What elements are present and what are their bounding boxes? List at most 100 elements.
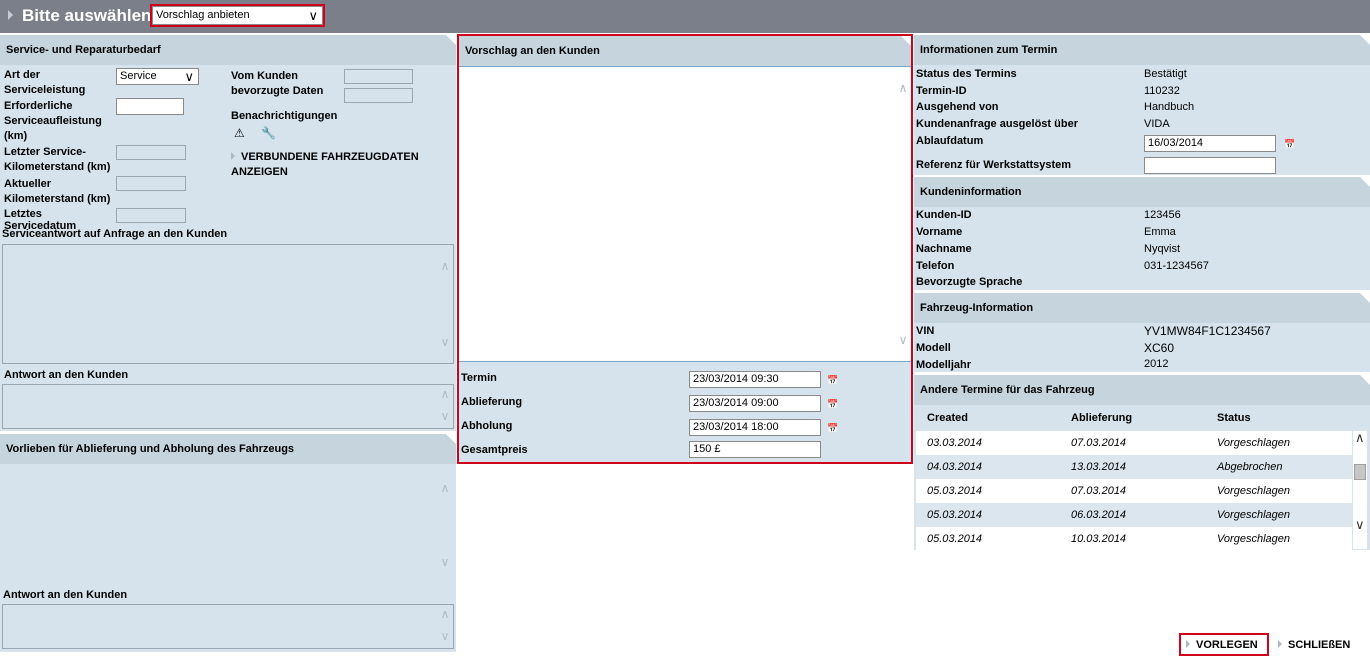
arrow-right-icon — [231, 152, 235, 160]
letztes-datum-field — [116, 208, 186, 223]
gesamtpreis-label: Gesamtpreis — [461, 444, 528, 456]
info-value: Handbuch — [1144, 101, 1195, 113]
vorschlag-panel: Vorschlag an den Kunden ∧ ∨ — [457, 34, 913, 464]
info-label: Status des Termins — [916, 68, 1017, 80]
table-row[interactable]: 05.03.2014 10.03.2014 Vorgeschlagen — [916, 527, 1352, 551]
schliessen-button[interactable]: SCHLIEßEN — [1278, 639, 1350, 651]
serviceantwort-label: Serviceantwort auf Anfrage an den Kunden — [2, 228, 228, 240]
action-select-value: Vorschlag anbieten — [156, 9, 250, 21]
calendar-icon[interactable]: 📅 — [1284, 139, 1295, 150]
termin-label: Termin — [461, 372, 497, 384]
antwort-textarea[interactable]: ∧ ∨ — [2, 384, 454, 429]
info-label: Kundenanfrage ausgelöst über — [916, 118, 1078, 130]
referenz-input[interactable] — [1144, 157, 1276, 174]
abholung-label: Abholung — [461, 420, 513, 432]
cell-ablieferung: 06.03.2014 — [1071, 509, 1127, 521]
vorlieben-textarea[interactable]: ∧ ∨ — [2, 466, 454, 581]
cell-created: 05.03.2014 — [927, 485, 983, 497]
art-label: Art der Serviceleistung — [4, 69, 86, 96]
andere-title: Andere Termine für das Fahrzeug — [914, 375, 1370, 405]
scroll-up-icon[interactable]: ∧ — [439, 607, 451, 621]
ablieferung-label: Ablieferung — [461, 396, 523, 408]
kunde-label: Bevorzugte Sprache — [916, 276, 1023, 288]
chevron-down-icon: ∨ — [184, 69, 194, 84]
fahrzeug-label: Modelljahr — [916, 359, 972, 371]
benachrichtigungen-label: Benachrichtigungen — [231, 110, 338, 122]
erforderlich-input[interactable] — [116, 98, 184, 115]
warning-icon[interactable]: ⚠ — [234, 126, 245, 140]
gesamtpreis-input[interactable]: 150 £ — [689, 441, 821, 458]
top-bar: Bitte auswählen Vorschlag anbieten ∨ — [0, 0, 1370, 33]
cell-status: Abgebrochen — [1217, 461, 1283, 473]
info-value: 110232 — [1144, 85, 1180, 97]
kunde-value: Nyqvist — [1144, 243, 1181, 255]
table-row[interactable]: 04.03.2014 13.03.2014 Abgebrochen — [916, 455, 1352, 479]
fahrzeug-value: XC60 — [1144, 341, 1175, 355]
cell-status: Vorgeschlagen — [1217, 485, 1290, 497]
cell-created: 03.03.2014 — [927, 437, 983, 449]
verbundene-link[interactable]: VERBUNDENE FAHRZEUGDATEN ANZEIGEN — [231, 150, 441, 180]
scroll-up-icon[interactable]: ∧ — [1355, 430, 1365, 446]
serviceantwort-textarea[interactable]: ∧ ∨ — [2, 244, 454, 364]
kunde-label: Telefon — [916, 260, 955, 272]
termin-input[interactable]: 23/03/2014 09:30 — [689, 371, 821, 388]
scroll-down-icon[interactable]: ∨ — [439, 335, 451, 349]
column-header-ablieferung[interactable]: Ablieferung — [1071, 412, 1132, 424]
aktueller-km-label: Aktueller Kilometerstand (km) — [4, 178, 111, 205]
kunde-value: Emma — [1144, 226, 1176, 238]
action-select[interactable]: Vorschlag anbieten ∨ — [150, 4, 325, 27]
column-header-status[interactable]: Status — [1217, 412, 1251, 424]
abholung-input[interactable]: 23/03/2014 18:00 — [689, 419, 821, 436]
kunde-label: Kunden-ID — [916, 209, 972, 221]
scroll-down-icon[interactable]: ∨ — [439, 409, 451, 423]
scroll-down-icon[interactable]: ∨ — [439, 629, 451, 643]
cell-ablieferung: 07.03.2014 — [1071, 485, 1127, 497]
vorlieben-antwort-textarea[interactable]: ∧ ∨ — [2, 604, 454, 649]
page-title: Bitte auswählen — [22, 6, 152, 25]
table-scrollbar[interactable]: ∧ ∨ — [1353, 430, 1367, 549]
art-select[interactable]: Service ∨ — [116, 68, 199, 85]
table-row[interactable]: 05.03.2014 06.03.2014 Vorgeschlagen — [916, 503, 1352, 527]
ablaufdatum-label: Ablaufdatum — [916, 135, 984, 147]
table-row[interactable]: 05.03.2014 07.03.2014 Vorgeschlagen — [916, 479, 1352, 503]
ablaufdatum-input[interactable]: 16/03/2014 — [1144, 135, 1276, 152]
collapse-arrow-icon[interactable] — [8, 10, 13, 20]
scroll-up-icon[interactable]: ∧ — [439, 481, 451, 495]
letzter-km-field — [116, 145, 186, 160]
letzter-km-label: Letzter Service-Kilometerstand (km) — [4, 146, 111, 173]
calendar-icon[interactable]: 📅 — [827, 423, 838, 434]
info-label: Ausgehend von — [916, 101, 999, 113]
table-row[interactable]: 03.03.2014 07.03.2014 Vorgeschlagen — [916, 431, 1352, 455]
fahrzeug-value: 2012 — [1144, 358, 1169, 370]
kunde-panel: Kundeninformation — [914, 177, 1370, 290]
scroll-up-icon[interactable]: ∧ — [439, 259, 451, 273]
kunde-title: Kundeninformation — [914, 177, 1370, 207]
scroll-thumb[interactable] — [1354, 464, 1366, 480]
arrow-right-icon — [1278, 640, 1282, 648]
kunde-label: Nachname — [916, 243, 972, 255]
vorschlag-panel-title: Vorschlag an den Kunden — [459, 36, 911, 66]
vorlegen-button[interactable]: VORLEGEN — [1179, 633, 1269, 656]
wrench-icon[interactable]: 🔧 — [261, 126, 276, 140]
ablieferung-input[interactable]: 23/03/2014 09:00 — [689, 395, 821, 412]
column-header-created[interactable]: Created — [927, 412, 968, 424]
vorlieben-antwort-label: Antwort an den Kunden — [3, 589, 128, 601]
scroll-up-icon[interactable]: ∧ — [897, 81, 909, 95]
fahrzeug-panel: Fahrzeug-Information — [914, 293, 1370, 372]
scroll-down-icon[interactable]: ∨ — [897, 333, 909, 347]
scroll-down-icon[interactable]: ∨ — [1355, 517, 1365, 533]
info-value: VIDA — [1144, 118, 1170, 130]
info-value: Bestätigt — [1144, 68, 1187, 80]
calendar-icon[interactable]: 📅 — [827, 375, 838, 386]
vorschlag-textarea[interactable]: ∧ ∨ — [459, 66, 911, 362]
cell-ablieferung: 07.03.2014 — [1071, 437, 1127, 449]
kunde-value: 031-1234567 — [1144, 260, 1209, 272]
cell-ablieferung: 10.03.2014 — [1071, 533, 1127, 545]
scroll-up-icon[interactable]: ∧ — [439, 387, 451, 401]
vorlieben-panel-title: Vorlieben für Ablieferung und Abholung d… — [0, 434, 456, 464]
referenz-label: Referenz für Werkstattsystem — [916, 159, 1072, 171]
scroll-down-icon[interactable]: ∨ — [439, 555, 451, 569]
kunde-value: 123456 — [1144, 209, 1181, 221]
arrow-right-icon — [1186, 640, 1190, 648]
calendar-icon[interactable]: 📅 — [827, 399, 838, 410]
